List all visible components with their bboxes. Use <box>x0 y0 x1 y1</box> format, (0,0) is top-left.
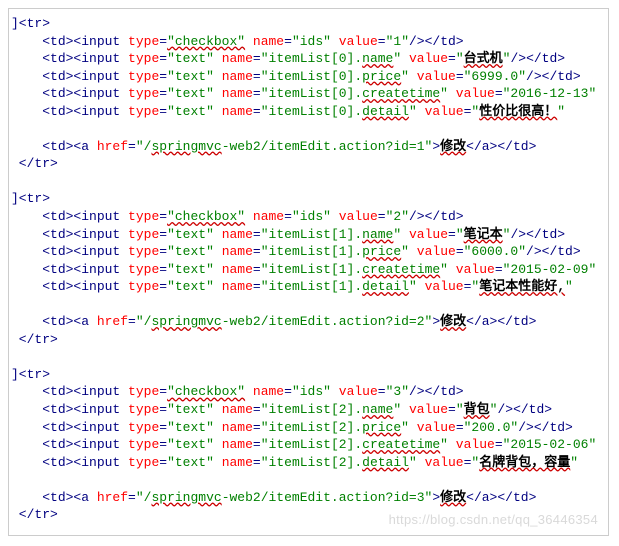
code-viewport: ]<tr> <td><input type="checkbox" name="i… <box>8 8 609 536</box>
source-code: ]<tr> <td><input type="checkbox" name="i… <box>11 15 606 524</box>
